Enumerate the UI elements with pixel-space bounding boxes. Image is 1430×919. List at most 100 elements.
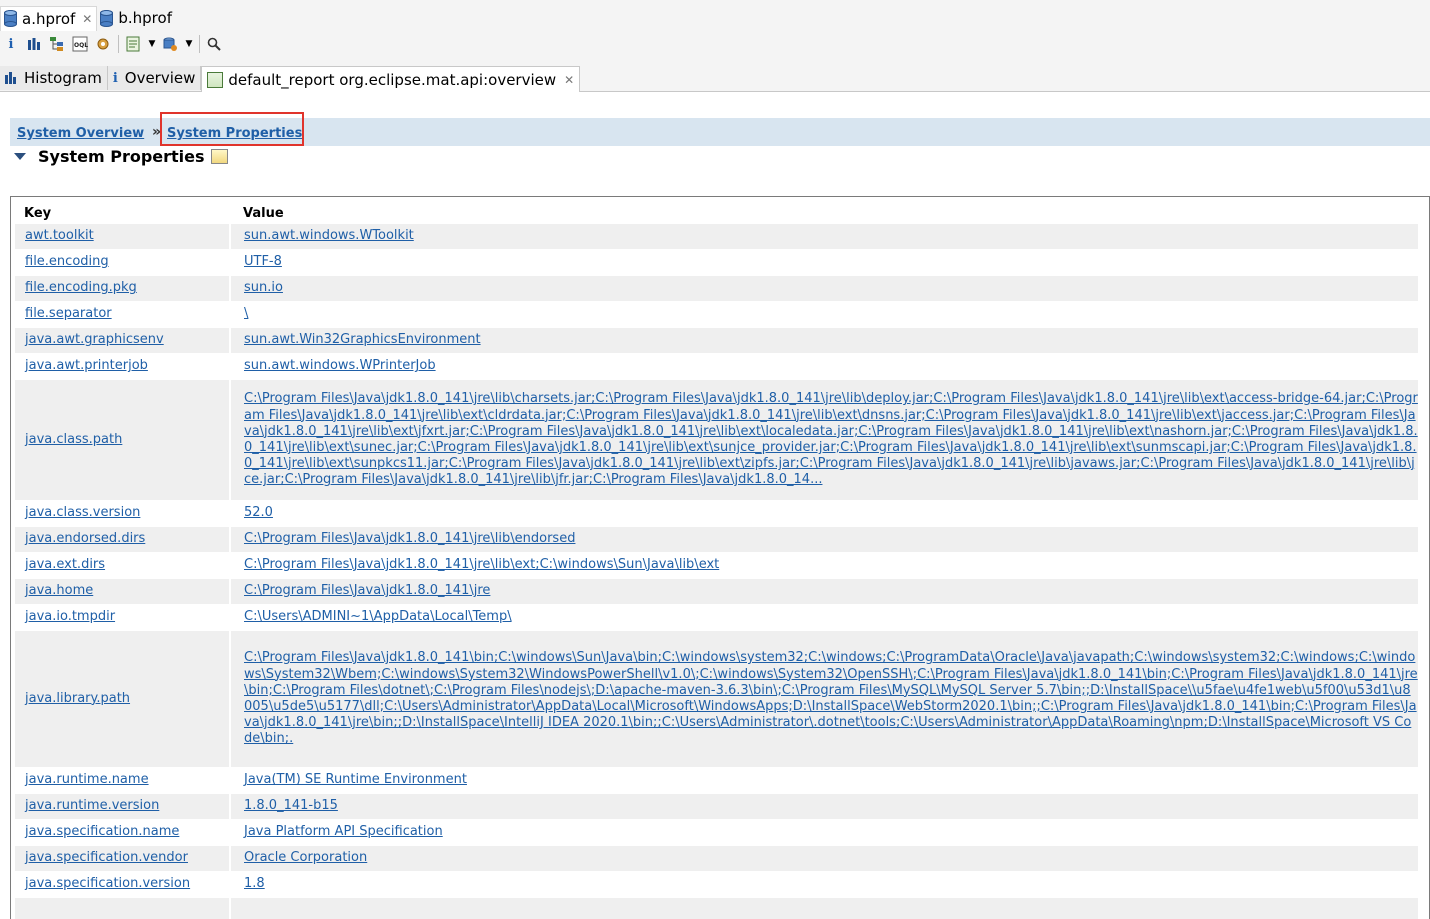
property-key[interactable]: file.encoding.pkg xyxy=(25,280,137,296)
toolbar: i OQL ▼ ▼ xyxy=(0,33,226,55)
property-value[interactable]: Java(TM) SE Runtime Environment xyxy=(244,772,467,788)
property-value[interactable]: 1.8.0_141-b15 xyxy=(244,798,338,814)
editor-tab-bar: Histogram i Overview default_report org.… xyxy=(0,66,1430,92)
info-icon: i xyxy=(112,70,118,86)
property-value[interactable]: 1.8 xyxy=(244,876,265,892)
value-column-header: Value xyxy=(243,206,284,221)
details-icon[interactable] xyxy=(210,149,228,164)
histogram-icon xyxy=(5,72,17,84)
chevron-down-icon[interactable]: ▼ xyxy=(145,39,159,49)
property-key[interactable]: file.separator xyxy=(25,306,112,322)
database-icon xyxy=(100,9,114,27)
property-key[interactable]: java.runtime.version xyxy=(25,798,159,814)
close-icon[interactable]: ✕ xyxy=(82,12,92,26)
table-body: awt.toolkit sun.awt.windows.WToolkit file… xyxy=(11,224,1429,919)
property-key[interactable]: java.class.path xyxy=(25,432,122,448)
property-key[interactable]: java.io.tmpdir xyxy=(25,609,115,625)
property-value[interactable]: C:\Program Files\Java\jdk1.8.0_141\jre\l… xyxy=(244,557,719,573)
table-row xyxy=(15,898,1418,919)
property-value[interactable]: sun.io xyxy=(244,280,283,296)
info-icon[interactable]: i xyxy=(0,33,22,55)
table-row: java.runtime.name Java(TM) SE Runtime Env… xyxy=(15,768,1418,793)
search-icon[interactable] xyxy=(203,33,225,55)
report-icon[interactable] xyxy=(122,33,144,55)
table-row: java.specification.vendor Oracle Corporat… xyxy=(15,846,1418,871)
table-row: file.separator \ xyxy=(15,302,1418,327)
file-tab-b-hprof[interactable]: b.hprof xyxy=(97,6,176,30)
property-value[interactable]: sun.awt.Win32GraphicsEnvironment xyxy=(244,332,481,348)
table-row: java.endorsed.dirs C:\Program Files\Java\… xyxy=(15,527,1418,552)
oql-icon[interactable]: OQL xyxy=(69,33,91,55)
property-key[interactable]: java.awt.printerjob xyxy=(25,358,148,374)
table-row: java.specification.version 1.8 xyxy=(15,872,1418,897)
file-tab-a-hprof[interactable]: a.hprof ✕ xyxy=(0,5,98,31)
property-key[interactable]: awt.toolkit xyxy=(25,228,94,244)
property-key[interactable]: java.library.path xyxy=(25,691,130,707)
toolbar-separator xyxy=(199,35,200,53)
property-value[interactable]: Oracle Corporation xyxy=(244,850,367,866)
table-row: java.class.path C:\Program Files\Java\jdk… xyxy=(15,380,1418,500)
property-value[interactable]: UTF-8 xyxy=(244,254,282,270)
property-value[interactable]: sun.awt.windows.WPrinterJob xyxy=(244,358,436,374)
property-key[interactable]: java.specification.version xyxy=(25,876,190,892)
property-value[interactable]: C:\Program Files\Java\jdk1.8.0_141\jre\l… xyxy=(244,391,1418,488)
property-key[interactable]: java.specification.name xyxy=(25,824,179,840)
property-key[interactable]: java.endorsed.dirs xyxy=(25,531,145,547)
section-header[interactable]: System Properties xyxy=(12,147,228,166)
breadcrumb-system-overview[interactable]: System Overview xyxy=(17,126,144,141)
dominator-tree-icon[interactable] xyxy=(46,33,68,55)
file-tab-label: b.hprof xyxy=(118,9,172,27)
property-key[interactable]: java.class.version xyxy=(25,505,140,521)
key-column-header: Key xyxy=(24,206,52,221)
page-title: System Properties xyxy=(38,147,205,166)
table-row: awt.toolkit sun.awt.windows.WToolkit xyxy=(15,224,1418,249)
file-tab-bar: a.hprof ✕ b.hprof xyxy=(0,5,176,31)
table-row: java.io.tmpdir C:\Users\ADMINI~1\AppData\… xyxy=(15,605,1418,630)
property-key[interactable]: java.specification.vendor xyxy=(25,850,188,866)
collapse-triangle-icon[interactable] xyxy=(14,153,26,160)
report-content: System Overview » System Properties Syst… xyxy=(0,92,1430,919)
property-value[interactable]: C:\Program Files\Java\jdk1.8.0_141\jre xyxy=(244,583,490,599)
property-key[interactable]: java.home xyxy=(25,583,93,599)
tab-default-report[interactable]: default_report org.eclipse.mat.api:overv… xyxy=(201,66,581,92)
tab-label: default_report org.eclipse.mat.api:overv… xyxy=(228,70,557,89)
close-icon[interactable]: ✕ xyxy=(564,73,574,87)
property-value[interactable]: C:\Users\ADMINI~1\AppData\Local\Temp\ xyxy=(244,609,512,625)
table-row: file.encoding.pkg sun.io xyxy=(15,276,1418,301)
chevron-down-icon[interactable]: ▼ xyxy=(182,39,196,49)
property-value[interactable]: C:\Program Files\Java\jdk1.8.0_141\bin;C… xyxy=(244,650,1418,747)
property-key[interactable]: java.runtime.name xyxy=(25,772,149,788)
table-row: java.awt.graphicsenv sun.awt.Win32Graphic… xyxy=(15,328,1418,353)
highlight-box xyxy=(160,112,304,146)
table-row: java.library.path C:\Program Files\Java\j… xyxy=(15,631,1418,767)
toolbar-separator xyxy=(118,35,119,53)
table-row: java.class.version 52.0 xyxy=(15,501,1418,526)
tab-label: Histogram xyxy=(24,69,102,87)
table-row: file.encoding UTF-8 xyxy=(15,250,1418,275)
table-row: java.specification.name Java Platform API… xyxy=(15,820,1418,845)
histogram-icon[interactable] xyxy=(23,33,45,55)
property-key[interactable]: java.ext.dirs xyxy=(25,557,105,573)
table-row: java.home C:\Program Files\Java\jdk1.8.0_… xyxy=(15,579,1418,604)
report-icon xyxy=(207,71,224,88)
database-icon xyxy=(4,10,17,27)
property-key[interactable]: file.encoding xyxy=(25,254,109,270)
tab-overview[interactable]: i Overview xyxy=(107,66,202,90)
property-value[interactable]: sun.awt.windows.WToolkit xyxy=(244,228,414,244)
file-tab-label: a.hprof xyxy=(22,9,76,28)
property-value[interactable]: \ xyxy=(244,306,248,322)
property-value[interactable]: 52.0 xyxy=(244,505,273,521)
table-row: java.ext.dirs C:\Program Files\Java\jdk1.… xyxy=(15,553,1418,578)
property-value[interactable]: Java Platform API Specification xyxy=(244,824,443,840)
tab-label: Overview xyxy=(124,69,196,87)
heap-dump-icon[interactable] xyxy=(159,33,181,55)
properties-table: Key Value awt.toolkit sun.awt.windows.WTo… xyxy=(10,196,1430,919)
svg-text:OQL: OQL xyxy=(74,42,88,49)
property-value[interactable]: C:\Program Files\Java\jdk1.8.0_141\jre\l… xyxy=(244,531,575,547)
property-key[interactable]: java.awt.graphicsenv xyxy=(25,332,164,348)
table-row: java.runtime.version 1.8.0_141-b15 xyxy=(15,794,1418,819)
gear-icon[interactable] xyxy=(92,33,114,55)
tab-histogram[interactable]: Histogram xyxy=(0,66,108,90)
table-header: Key Value xyxy=(11,197,1429,223)
table-row: java.awt.printerjob sun.awt.windows.WPrin… xyxy=(15,354,1418,379)
